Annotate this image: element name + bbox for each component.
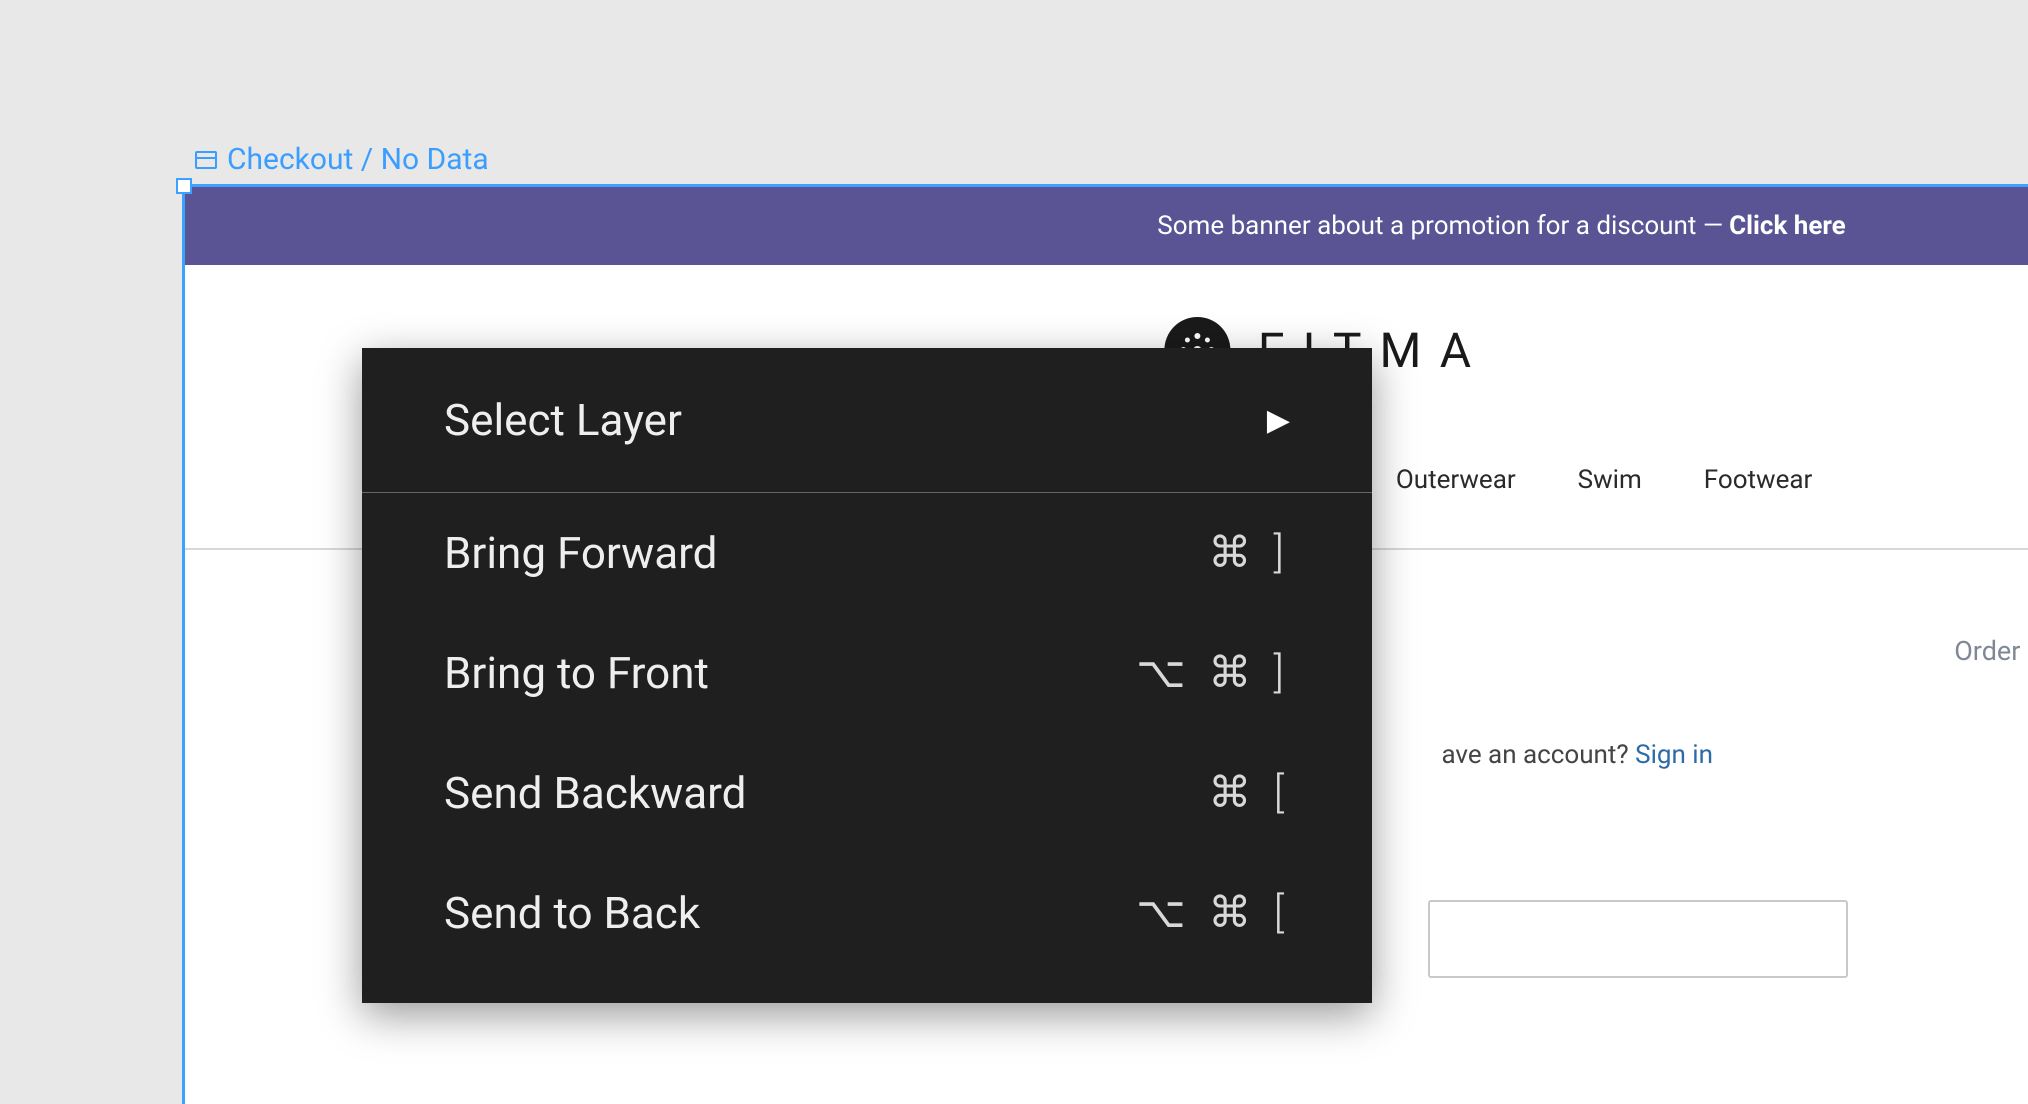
menu-item-send-to-back[interactable]: Send to Back ⌥ ⌘ [ xyxy=(362,853,1372,973)
menu-shortcut: ⌘ [ xyxy=(1208,768,1290,818)
order-summary-heading: Order Su xyxy=(1954,635,2028,667)
promo-banner[interactable]: Some banner about a promotion for a disc… xyxy=(185,187,2028,265)
signin-prompt: ave an account? Sign in xyxy=(1441,740,1713,770)
account-prompt-text: ave an account? xyxy=(1441,740,1635,770)
signin-link[interactable]: Sign in xyxy=(1635,740,1713,770)
menu-item-label: Bring to Front xyxy=(444,647,709,699)
frame-label[interactable]: Checkout / No Data xyxy=(195,142,489,177)
email-field[interactable] xyxy=(1428,900,1848,978)
menu-shortcut: ⌥ ⌘ ] xyxy=(1136,648,1290,698)
nav-item-swim[interactable]: Swim xyxy=(1578,465,1642,495)
frame-name: Checkout / No Data xyxy=(227,142,489,177)
submenu-arrow-icon: ▶ xyxy=(1267,403,1290,438)
menu-item-select-layer[interactable]: Select Layer ▶ xyxy=(362,348,1372,492)
menu-shortcut: ⌘ ] xyxy=(1208,528,1290,578)
promo-link[interactable]: Click here xyxy=(1729,211,1846,241)
nav-item-footwear[interactable]: Footwear xyxy=(1704,465,1813,495)
context-menu: Select Layer ▶ Bring Forward ⌘ ] Bring t… xyxy=(362,348,1372,1003)
menu-item-label: Select Layer xyxy=(444,394,682,446)
menu-item-send-backward[interactable]: Send Backward ⌘ [ xyxy=(362,733,1372,853)
nav-item-outerwear[interactable]: Outerwear xyxy=(1396,465,1516,495)
menu-shortcut: ⌥ ⌘ [ xyxy=(1136,888,1290,938)
menu-item-bring-forward[interactable]: Bring Forward ⌘ ] xyxy=(362,493,1372,613)
promo-text: Some banner about a promotion for a disc… xyxy=(1157,211,1723,241)
menu-item-label: Send Backward xyxy=(444,767,746,819)
menu-item-label: Bring Forward xyxy=(444,527,718,579)
menu-item-bring-to-front[interactable]: Bring to Front ⌥ ⌘ ] xyxy=(362,613,1372,733)
menu-item-label: Send to Back xyxy=(444,887,700,939)
frame-icon xyxy=(195,151,217,169)
